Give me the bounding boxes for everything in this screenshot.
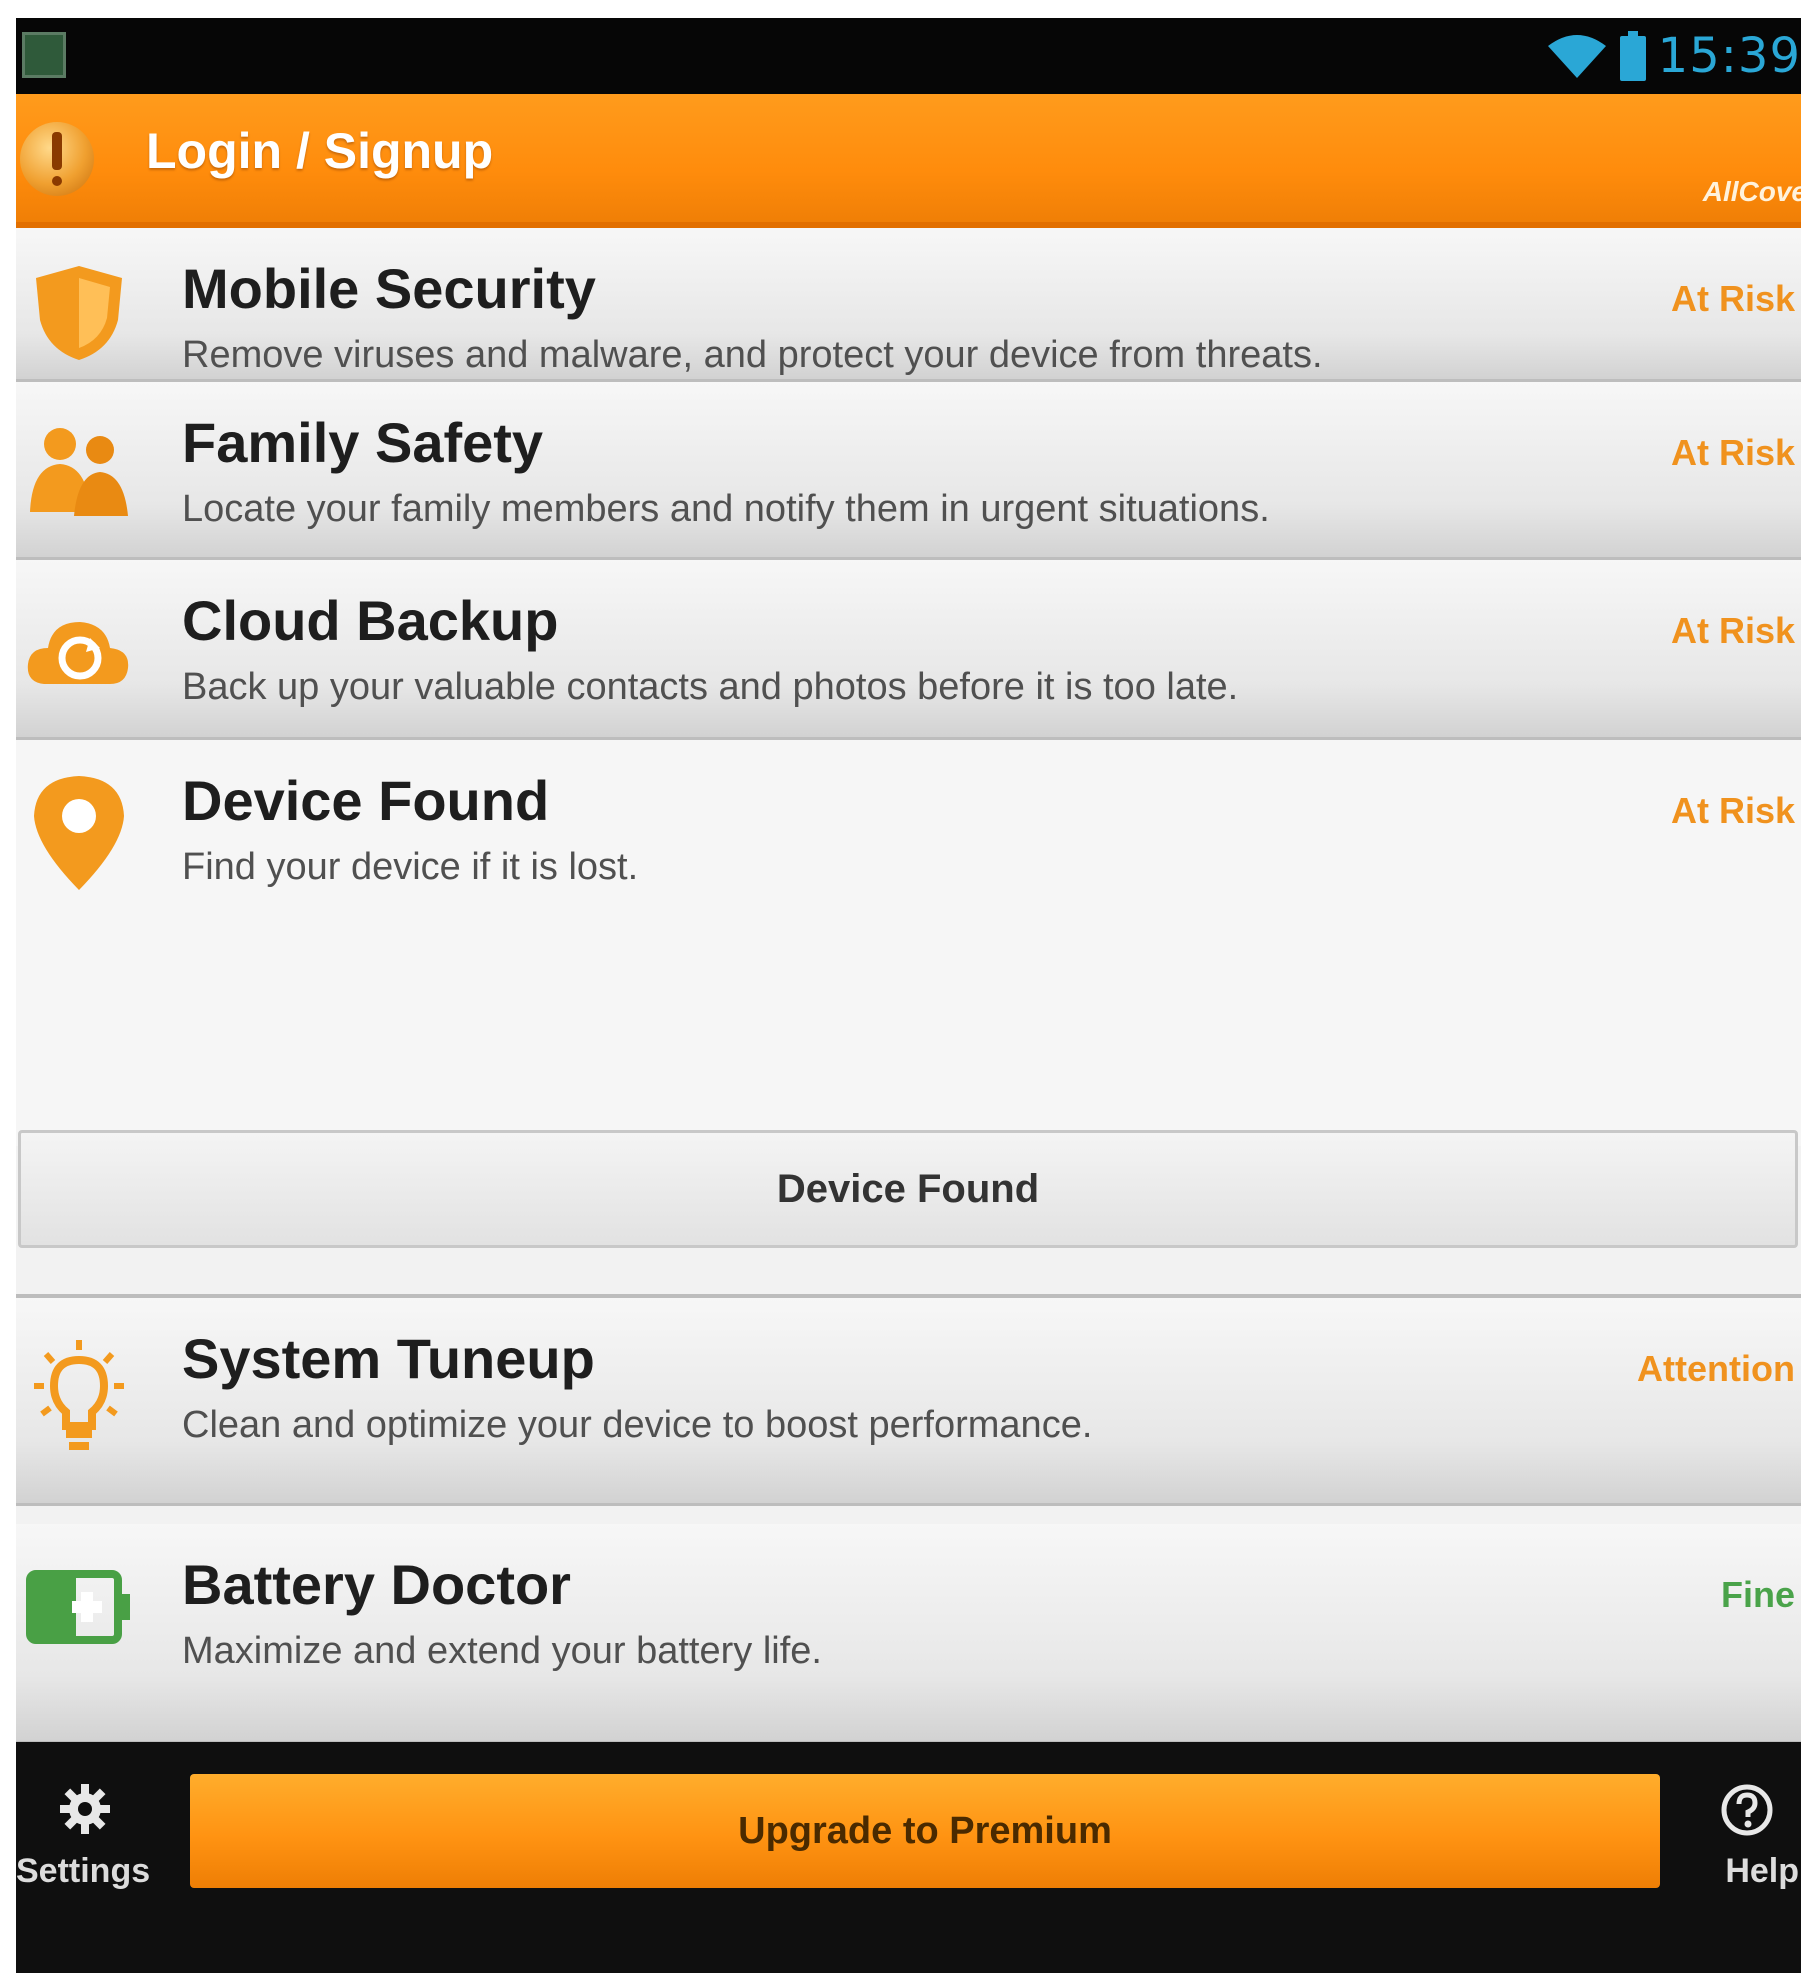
feature-title: Cloud Backup	[182, 589, 559, 652]
feature-description: Clean and optimize your device to boost …	[182, 1404, 1093, 1446]
feature-description: Find your device if it is lost.	[182, 846, 639, 888]
status-indicators: 15:39	[1546, 24, 1801, 88]
feature-description: Maximize and extend your battery life.	[182, 1630, 822, 1672]
feature-title: Mobile Security	[182, 257, 596, 320]
cloud-sync-icon	[27, 622, 129, 684]
login-signup-link[interactable]: Login / Signup	[146, 122, 493, 180]
feature-row-mobile-security[interactable]: Mobile Security Remove viruses and malwa…	[16, 228, 1801, 382]
feature-description: Locate your family members and notify th…	[182, 488, 1270, 530]
feature-title: System Tuneup	[182, 1327, 595, 1390]
status-bar: 15:39	[16, 18, 1801, 94]
family-icon	[30, 428, 128, 516]
app-screen: 15:39 Login / Signup AllCove Mobile Secu…	[16, 18, 1801, 1973]
brand-logo: AllCove	[1702, 176, 1801, 207]
help-icon	[1721, 1784, 1773, 1836]
help-label: Help	[1725, 1852, 1799, 1890]
feature-title: Battery Doctor	[182, 1553, 571, 1616]
feature-title: Family Safety	[182, 411, 544, 474]
bottom-bar: Settings Upgrade to Premium Help	[16, 1742, 1801, 1973]
battery-icon	[1619, 31, 1646, 81]
lightbulb-icon	[34, 1340, 124, 1450]
feature-description: Back up your valuable contacts and photo…	[182, 666, 1239, 708]
feature-row-system-tuneup[interactable]: System Tuneup Clean and optimize your de…	[16, 1298, 1801, 1506]
status-badge: Attention	[1637, 1348, 1795, 1389]
settings-label: Settings	[16, 1852, 151, 1890]
status-badge: At Risk	[1670, 790, 1795, 831]
feature-row-cloud-backup[interactable]: Cloud Backup Back up your valuable conta…	[16, 560, 1801, 740]
wifi-icon	[1547, 35, 1606, 78]
feature-description: Remove viruses and malware, and protect …	[182, 334, 1323, 376]
shield-icon	[36, 266, 122, 360]
status-badge: At Risk	[1670, 278, 1795, 319]
location-pin-icon	[34, 776, 124, 890]
settings-button[interactable]: Settings	[16, 1782, 156, 1912]
battery-plus-icon	[26, 1570, 130, 1644]
alert-icon[interactable]	[20, 122, 94, 196]
app-notification-icon	[22, 32, 66, 78]
device-found-button[interactable]: Device Found	[18, 1130, 1798, 1248]
status-badge: At Risk	[1670, 432, 1795, 473]
feature-title: Device Found	[182, 769, 550, 832]
status-badge: Fine	[1720, 1574, 1795, 1615]
feature-row-family-safety[interactable]: Family Safety Locate your family members…	[16, 382, 1801, 560]
help-button[interactable]: Help	[1691, 1782, 1801, 1912]
status-clock: 15:39	[1657, 28, 1801, 84]
upgrade-premium-button[interactable]: Upgrade to Premium	[190, 1774, 1660, 1888]
status-badge: At Risk	[1670, 610, 1795, 651]
action-bar: Login / Signup AllCove	[16, 94, 1801, 228]
feature-row-battery-doctor[interactable]: Battery Doctor Maximize and extend your …	[16, 1524, 1801, 1744]
gear-icon	[60, 1784, 110, 1834]
feature-row-device-found[interactable]: Device Found Find your device if it is l…	[16, 740, 1801, 1146]
